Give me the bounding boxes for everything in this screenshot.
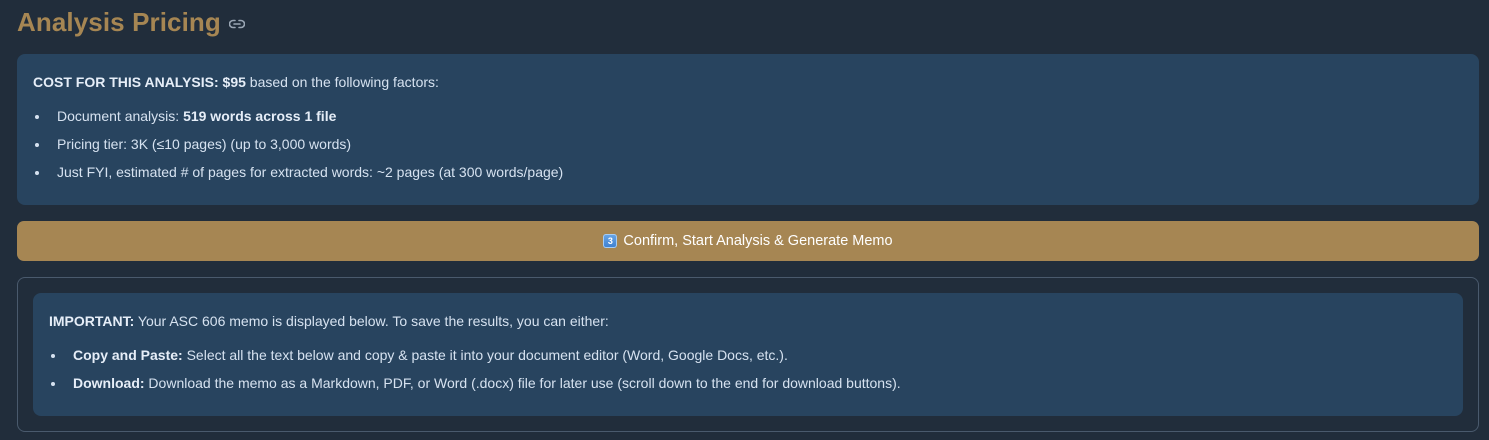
important-summary: IMPORTANT: Your ASC 606 memo is displaye… [49, 313, 1447, 330]
keycap-three-icon: 3 [603, 234, 618, 248]
important-notice-box: IMPORTANT: Your ASC 606 memo is displaye… [33, 293, 1463, 416]
option-text: Select all the text below and copy & pas… [182, 347, 788, 363]
save-options-list: Copy and Paste: Select all the text belo… [49, 347, 1447, 392]
list-item: Pricing tier: 3K (≤10 pages) (up to 3,00… [35, 136, 1463, 153]
option-text: Download the memo as a Markdown, PDF, or… [144, 375, 901, 391]
link-icon[interactable] [228, 19, 245, 29]
cost-amount: $95 [222, 74, 246, 90]
cost-info-box: COST FOR THIS ANALYSIS: $95 based on the… [17, 54, 1479, 205]
important-label: IMPORTANT: [49, 313, 135, 329]
factor-label: Document analysis: [57, 108, 184, 124]
page: Analysis Pricing COST FOR THIS ANALYSIS:… [0, 0, 1489, 440]
list-item: Copy and Paste: Select all the text belo… [51, 347, 1447, 364]
pricing-factors-list: Document analysis: 519 words across 1 fi… [33, 108, 1463, 181]
cost-suffix: based on the following factors: [245, 74, 439, 90]
cost-summary: COST FOR THIS ANALYSIS: $95 based on the… [33, 74, 1463, 91]
page-title: Analysis Pricing [17, 6, 221, 37]
option-label: Copy and Paste: [73, 347, 183, 363]
confirm-start-analysis-button[interactable]: 3 Confirm, Start Analysis & Generate Mem… [17, 221, 1479, 261]
memo-container: IMPORTANT: Your ASC 606 memo is displaye… [17, 277, 1479, 432]
confirm-button-label: Confirm, Start Analysis & Generate Memo [623, 233, 893, 249]
section-heading: Analysis Pricing [17, 0, 1479, 44]
cost-label: COST FOR THIS ANALYSIS: [33, 74, 219, 90]
factor-label: Just FYI, estimated # of pages for extra… [57, 164, 564, 180]
factor-label: Pricing tier: 3K (≤10 pages) (up to 3,00… [57, 136, 352, 152]
option-label: Download: [73, 375, 145, 391]
list-item: Document analysis: 519 words across 1 fi… [35, 108, 1463, 125]
factor-value: 519 words across 1 file [183, 108, 337, 124]
list-item: Just FYI, estimated # of pages for extra… [35, 164, 1463, 181]
list-item: Download: Download the memo as a Markdow… [51, 375, 1447, 392]
important-text: Your ASC 606 memo is displayed below. To… [134, 313, 609, 329]
